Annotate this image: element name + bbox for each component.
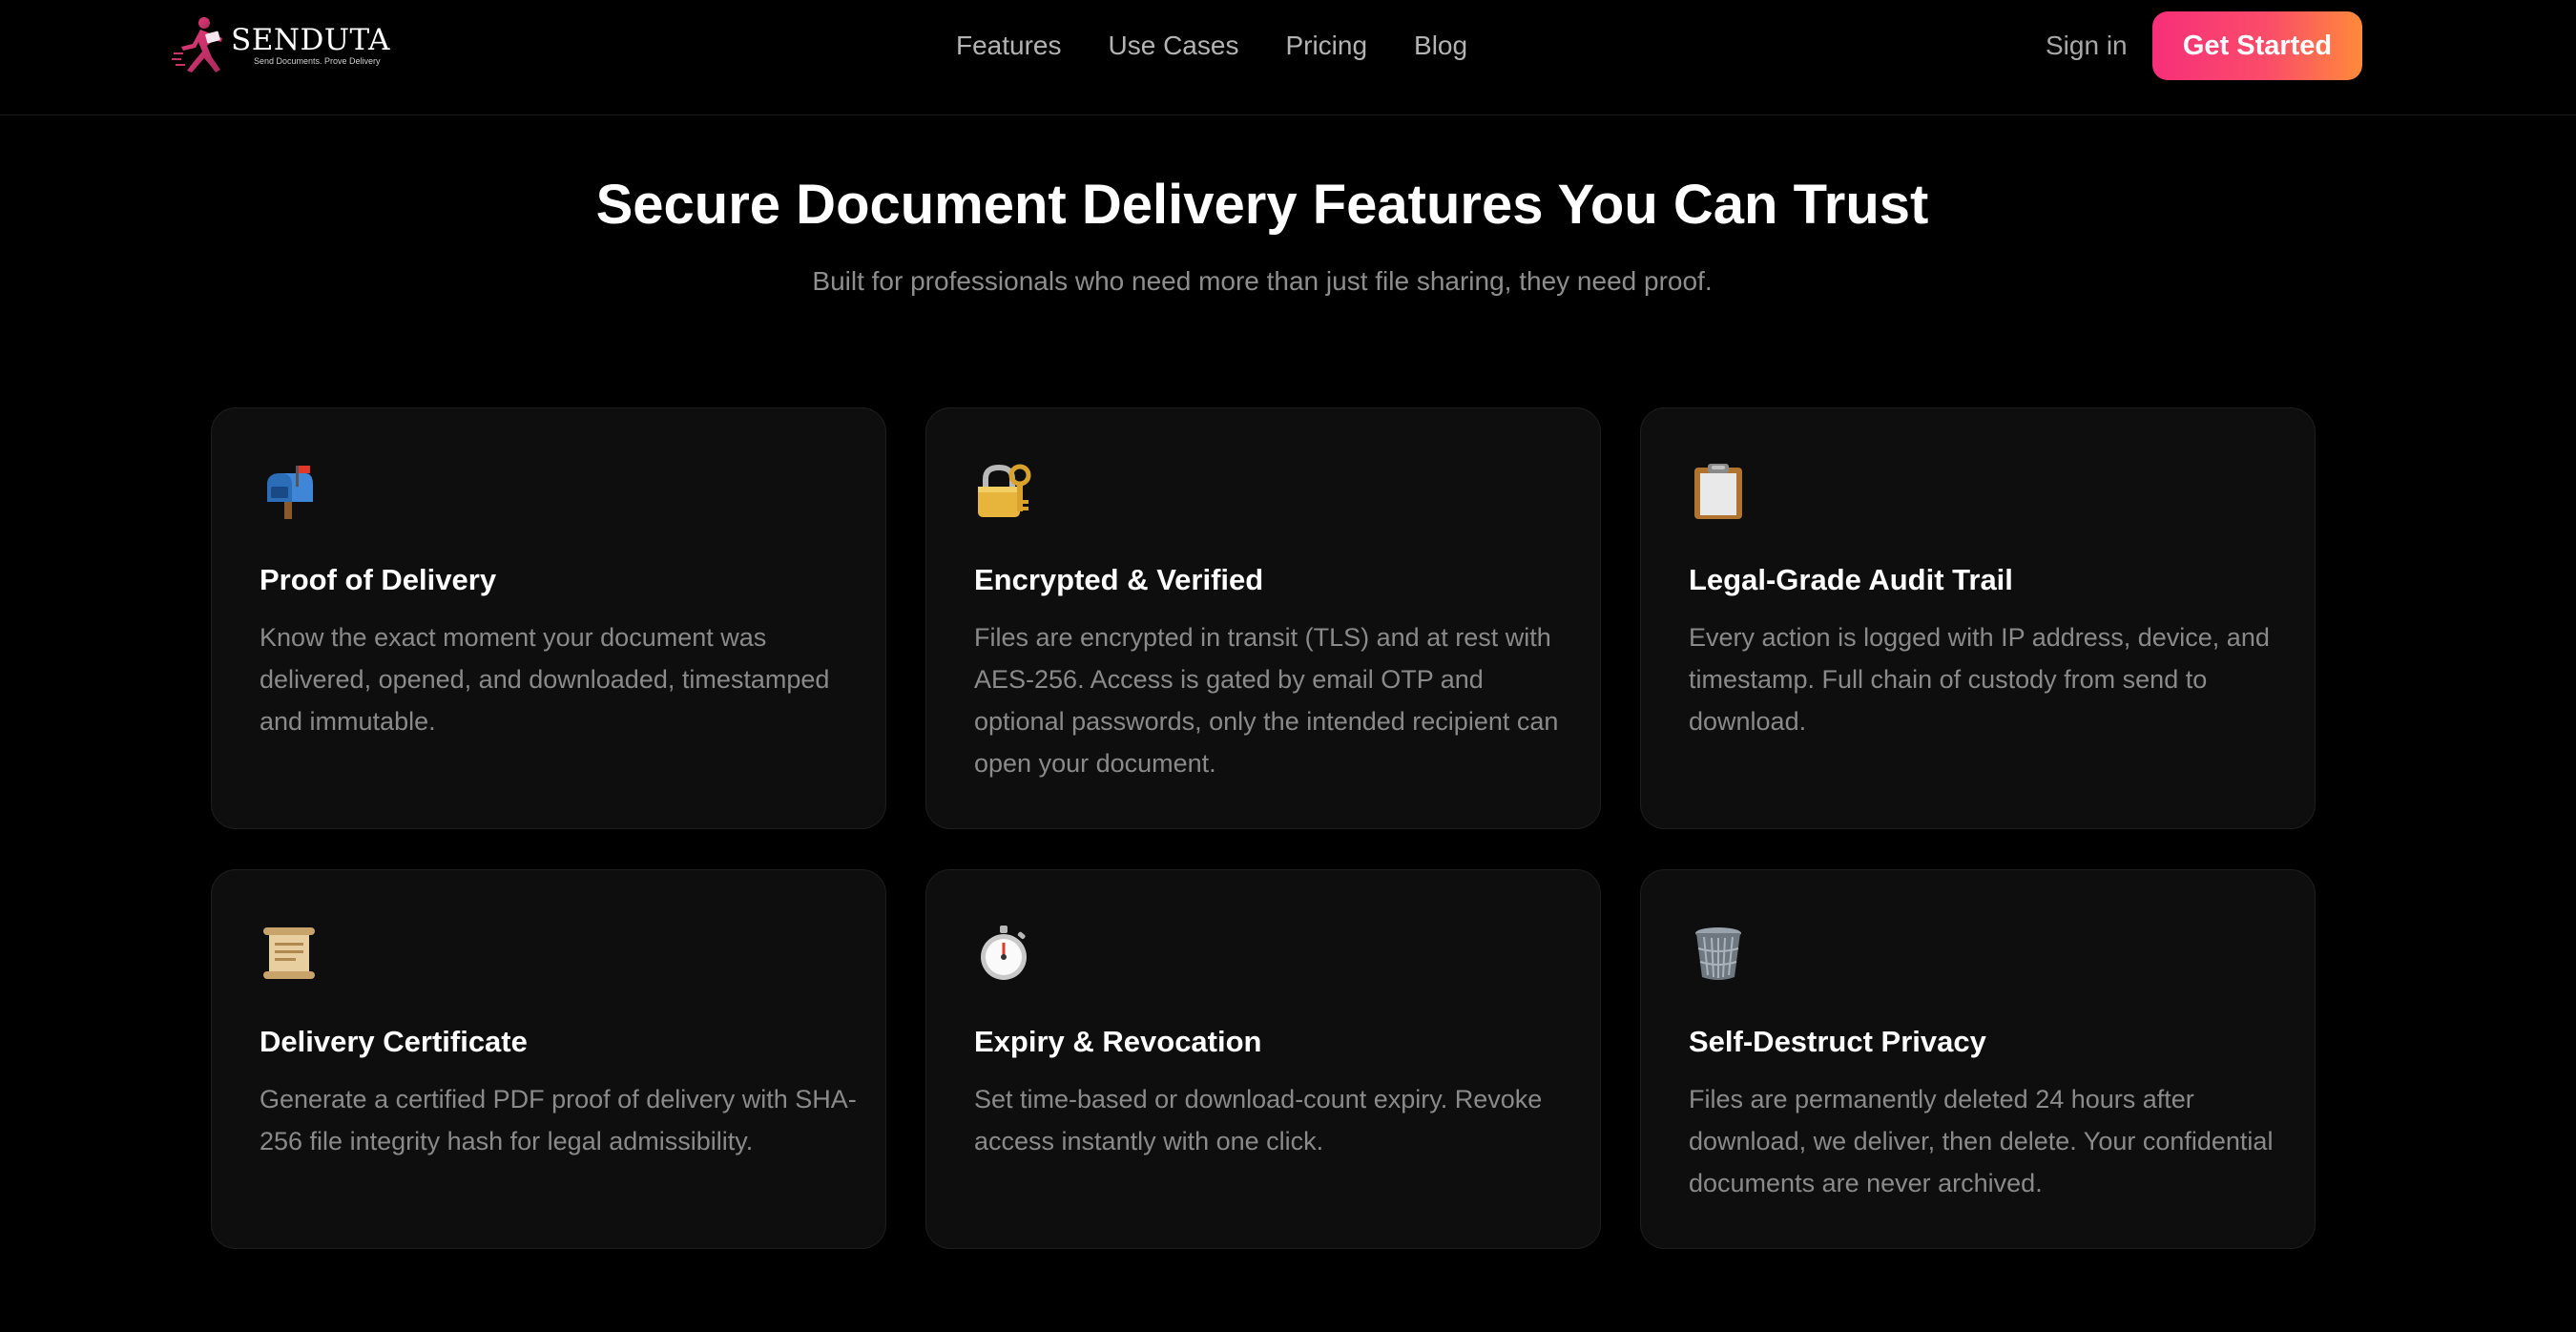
feature-card-proof-of-delivery: Proof of Delivery Know the exact moment … (211, 407, 886, 829)
feature-description: Generate a certified PDF proof of delive… (260, 1085, 857, 1155)
feature-title: Self-Destruct Privacy (1689, 1025, 1986, 1058)
feature-description: Files are permanently deleted 24 hours a… (1689, 1085, 2274, 1197)
nav-use-cases[interactable]: Use Cases (1109, 27, 1239, 65)
mailbox-icon (267, 466, 313, 519)
page-subtitle: Built for professionals who need more th… (812, 266, 1713, 296)
feature-title: Expiry & Revocation (974, 1025, 1262, 1058)
feature-title: Proof of Delivery (260, 563, 497, 596)
get-started-button[interactable]: Get Started (2152, 11, 2362, 80)
feature-title: Legal-Grade Audit Trail (1689, 563, 2013, 596)
clipboard-icon (1694, 464, 1742, 519)
logo[interactable]: SENDUTA Send Documents. Prove Delivery (172, 15, 390, 74)
runner-logo-icon (172, 17, 222, 73)
main-nav: Features Use Cases Pricing Blog (956, 27, 1467, 65)
feature-card-audit-trail: Legal-Grade Audit Trail Every action is … (1640, 407, 2316, 829)
nav-blog[interactable]: Blog (1414, 27, 1467, 65)
logo-name: SENDUTA (231, 22, 390, 57)
feature-description: Set time-based or download-count expiry.… (974, 1085, 1543, 1155)
feature-description: Know the exact moment your document was … (260, 623, 830, 736)
nav-features[interactable]: Features (956, 27, 1062, 65)
feature-description: Files are encrypted in transit (TLS) and… (974, 623, 1559, 778)
sign-in-link[interactable]: Sign in (2046, 27, 2128, 65)
logo-tagline: Send Documents. Prove Delivery (254, 55, 381, 66)
feature-card-expiry-revocation: Expiry & Revocation Set time-based or do… (925, 869, 1601, 1249)
site-header: SENDUTA Send Documents. Prove Delivery F… (0, 0, 2576, 115)
feature-card-delivery-certificate: Delivery Certificate Generate a certifie… (211, 869, 886, 1249)
feature-card-self-destruct: Self-Destruct Privacy Files are permanen… (1640, 869, 2316, 1249)
nav-pricing[interactable]: Pricing (1285, 27, 1367, 65)
feature-card-encrypted-verified: Encrypted & Verified Files are encrypted… (925, 407, 1601, 829)
wastebasket-icon (1695, 927, 1741, 980)
scroll-icon (263, 927, 315, 979)
features-page: SENDUTA Send Documents. Prove Delivery F… (0, 0, 2576, 1332)
page-title: Secure Document Delivery Features You Ca… (595, 174, 1929, 236)
feature-title: Encrypted & Verified (974, 563, 1264, 596)
lock-with-key-icon (978, 464, 1031, 517)
feature-description: Every action is logged with IP address, … (1689, 623, 2270, 736)
feature-title: Delivery Certificate (260, 1025, 528, 1058)
stopwatch-icon (981, 926, 1027, 980)
